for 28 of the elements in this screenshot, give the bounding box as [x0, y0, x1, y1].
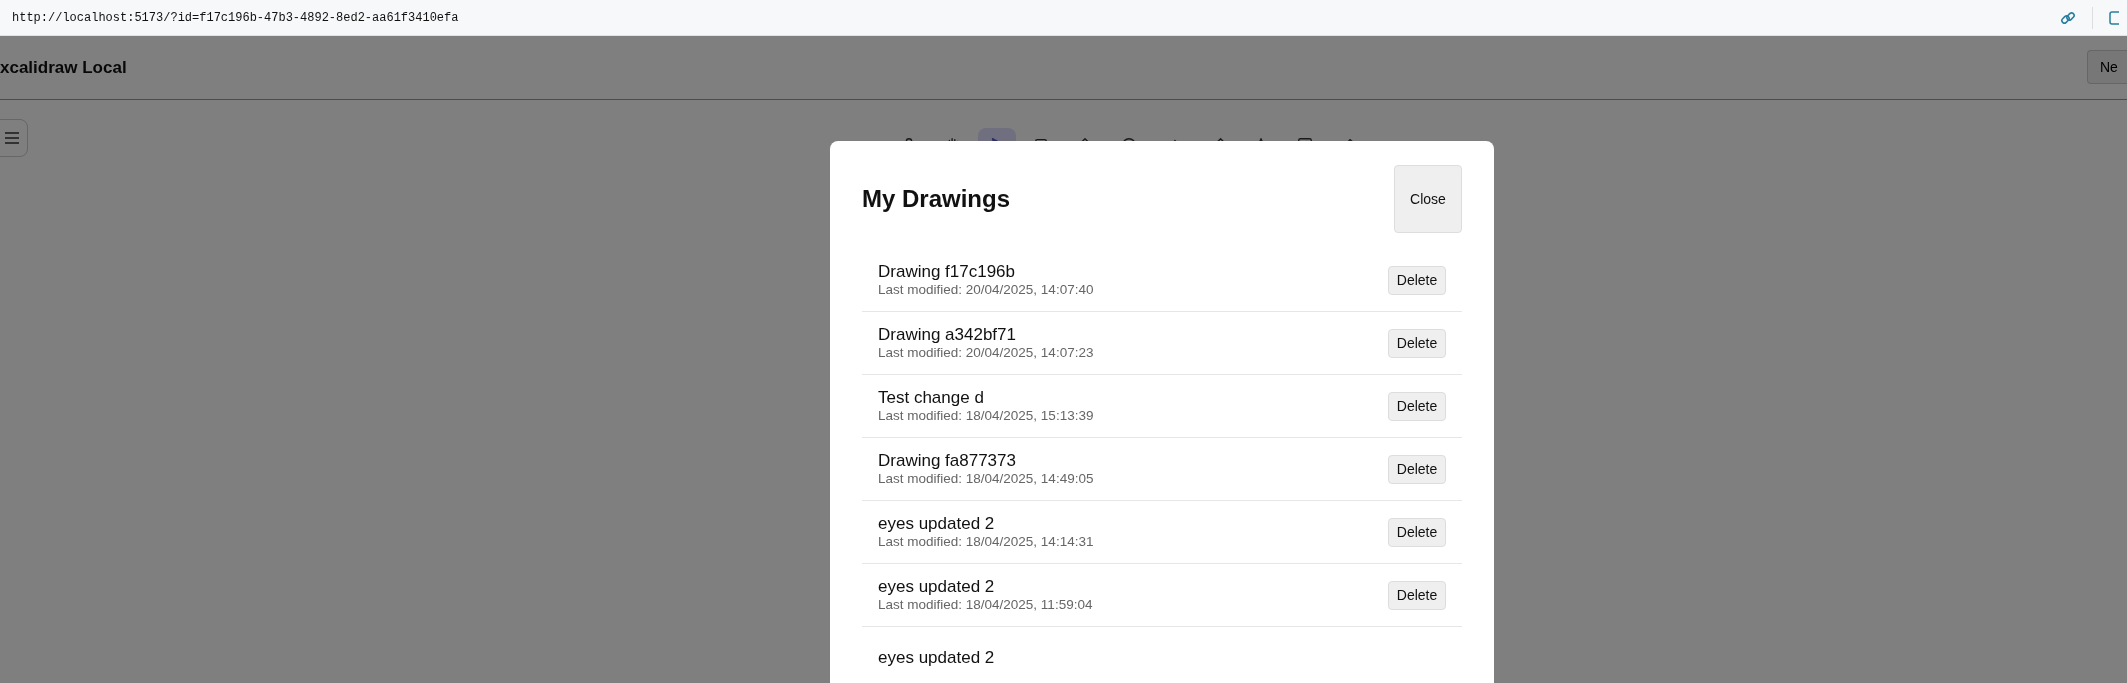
new-button[interactable]: Ne — [2087, 50, 2127, 84]
modified-date: Last modified: 18/04/2025, 15:13:39 — [878, 408, 1094, 424]
tab-icon[interactable] — [2109, 9, 2119, 26]
drawing-title[interactable]: Test change d — [878, 388, 1094, 408]
close-button[interactable]: Close — [1394, 165, 1462, 233]
drawing-title[interactable]: eyes updated 2 — [878, 514, 1094, 534]
delete-button[interactable]: Delete — [1388, 580, 1446, 610]
link-icon[interactable] — [2060, 9, 2076, 26]
drawing-title[interactable]: Drawing f17c196b — [878, 262, 1094, 282]
delete-button[interactable]: Delete — [1388, 454, 1446, 484]
menu-icon — [5, 132, 19, 144]
modified-date: Last modified: 18/04/2025, 14:14:31 — [878, 534, 1094, 550]
delete-button[interactable]: Delete — [1388, 517, 1446, 547]
modified-date: Last modified: 18/04/2025, 11:59:04 — [878, 597, 1093, 613]
drawing-title[interactable]: eyes updated 2 — [878, 648, 995, 668]
menu-button[interactable] — [0, 119, 28, 157]
modified-date: Last modified: 20/04/2025, 14:07:40 — [878, 282, 1094, 298]
drawing-title[interactable]: eyes updated 2 — [878, 577, 1093, 597]
modified-date: Last modified: 18/04/2025, 14:49:05 — [878, 471, 1094, 487]
dialog-title: My Drawings — [862, 184, 1011, 214]
address-url: http://localhost:5173/?id=f17c196b-47b3-4892-8ed2-aa61f3410efa — [12, 9, 459, 27]
modified-date: Last modified: 20/04/2025, 14:07:23 — [878, 345, 1094, 361]
drawing-title[interactable]: Drawing fa877373 — [878, 451, 1094, 471]
delete-button[interactable]: Delete — [1388, 328, 1446, 358]
delete-button[interactable]: Delete — [1388, 265, 1446, 295]
drawing-title[interactable]: Drawing a342bf71 — [878, 325, 1094, 345]
app-title: xcalidraw Local — [0, 56, 127, 79]
delete-button[interactable]: Delete — [1388, 391, 1446, 421]
